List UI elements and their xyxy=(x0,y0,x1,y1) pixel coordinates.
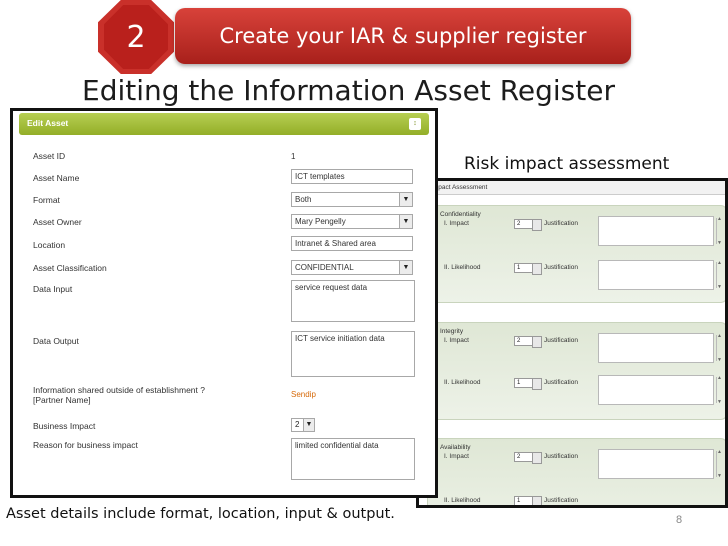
collapse-icon[interactable]: ↕ xyxy=(409,118,421,130)
justification-label: Justification xyxy=(544,220,578,227)
justification-label: Justification xyxy=(544,264,578,271)
likelihood-select[interactable]: 1 xyxy=(514,378,542,390)
scrollbar-icon[interactable] xyxy=(716,449,722,479)
impact-label: I. Impact xyxy=(444,220,469,227)
asset-owner-value: Mary Pengelly xyxy=(295,217,346,226)
likelihood-row: II. Likelihood 1 Justification xyxy=(428,491,725,505)
likelihood-row: II. Likelihood 1 Justification xyxy=(428,373,725,407)
step-title: Create your IAR & supplier register xyxy=(219,24,587,48)
shared-outside-label: Information shared outside of establishm… xyxy=(33,385,205,395)
risk-impact-panel: Impact Assessment A. Confidentiality I. … xyxy=(416,178,728,508)
location-field[interactable]: Intranet & Shared area xyxy=(291,236,413,251)
format-select[interactable]: Both ▼ xyxy=(291,192,413,207)
impact-assessment-header: Impact Assessment xyxy=(419,181,725,195)
partner-name-value: Sendip xyxy=(291,390,316,399)
step-number: 2 xyxy=(126,19,146,55)
likelihood-select[interactable]: 1 xyxy=(514,496,542,505)
partner-name-label: [Partner Name] xyxy=(33,395,91,405)
risk-impact-label: Risk impact assessment xyxy=(464,154,670,174)
justification-field[interactable] xyxy=(598,375,714,405)
asset-owner-label: Asset Owner xyxy=(33,217,82,227)
scrollbar-icon[interactable] xyxy=(716,333,722,363)
data-output-label: Data Output xyxy=(33,336,79,346)
justification-label: Justification xyxy=(544,337,578,344)
data-input-label: Data Input xyxy=(33,284,73,294)
scrollbar-icon[interactable] xyxy=(716,260,722,290)
edit-asset-panel: Edit Asset ↕ Asset ID 1 Asset Name ICT t… xyxy=(10,108,438,498)
reason-field[interactable]: limited confidential data xyxy=(291,438,415,480)
slide-title: Editing the Information Asset Register xyxy=(82,74,615,107)
classification-value: CONFIDENTIAL xyxy=(295,263,354,272)
edit-asset-title: Edit Asset xyxy=(27,118,69,128)
asset-owner-select[interactable]: Mary Pengelly ▼ xyxy=(291,214,413,229)
justification-field[interactable] xyxy=(598,260,714,290)
data-input-field[interactable]: service request data xyxy=(291,280,415,322)
impact-row: I. Impact 2 Justification xyxy=(428,331,725,365)
business-impact-value: 2 xyxy=(295,420,300,429)
availability-section: C. Availability I. Impact 2 Justificatio… xyxy=(427,438,725,505)
justification-field[interactable] xyxy=(598,333,714,363)
confidentiality-section: A. Confidentiality I. Impact 2 Justifica… xyxy=(427,205,725,303)
integrity-section: B. Integrity I. Impact 2 Justification I… xyxy=(427,322,725,420)
scrollbar-icon[interactable] xyxy=(716,375,722,405)
asset-name-field[interactable]: ICT templates xyxy=(291,169,413,184)
justification-label: Justification xyxy=(544,453,578,460)
edit-asset-header: Edit Asset ↕ xyxy=(19,113,429,135)
asset-id-label: Asset ID xyxy=(33,151,66,161)
chevron-down-icon[interactable]: ▼ xyxy=(399,215,412,228)
justification-field[interactable] xyxy=(598,449,714,479)
chevron-down-icon[interactable]: ▼ xyxy=(399,261,412,274)
page-number: 8 xyxy=(676,514,683,526)
impact-row: I. Impact 2 Justification xyxy=(428,214,725,248)
likelihood-label: II. Likelihood xyxy=(444,264,481,271)
location-label: Location xyxy=(33,240,66,250)
likelihood-select[interactable]: 1 xyxy=(514,263,542,275)
business-impact-label: Business Impact xyxy=(33,421,96,431)
business-impact-select[interactable]: 2 ▼ xyxy=(291,418,315,432)
step-banner: Create your IAR & supplier register xyxy=(175,8,631,64)
impact-label: I. Impact xyxy=(444,453,469,460)
scrollbar-icon[interactable] xyxy=(716,216,722,246)
asset-id-value: 1 xyxy=(291,152,296,161)
likelihood-label: II. Likelihood xyxy=(444,497,481,504)
impact-select[interactable]: 2 xyxy=(514,452,542,464)
impact-label: I. Impact xyxy=(444,337,469,344)
likelihood-label: II. Likelihood xyxy=(444,379,481,386)
slide-caption: Asset details include format, location, … xyxy=(6,506,395,522)
impact-row: I. Impact 2 Justification xyxy=(428,447,725,481)
chevron-down-icon[interactable]: ▼ xyxy=(399,193,412,206)
format-value: Both xyxy=(295,195,312,204)
asset-name-label: Asset Name xyxy=(33,173,80,183)
format-label: Format xyxy=(33,195,60,205)
classification-label: Asset Classification xyxy=(33,263,107,273)
justification-label: Justification xyxy=(544,497,578,504)
classification-select[interactable]: CONFIDENTIAL ▼ xyxy=(291,260,413,275)
reason-label: Reason for business impact xyxy=(33,440,138,450)
justification-field[interactable] xyxy=(598,216,714,246)
data-output-field[interactable]: ICT service initiation data xyxy=(291,331,415,377)
justification-label: Justification xyxy=(544,379,578,386)
chevron-down-icon[interactable]: ▼ xyxy=(303,419,314,431)
likelihood-row: II. Likelihood 1 Justification xyxy=(428,258,725,292)
impact-select[interactable]: 2 xyxy=(514,336,542,348)
impact-select[interactable]: 2 xyxy=(514,219,542,231)
